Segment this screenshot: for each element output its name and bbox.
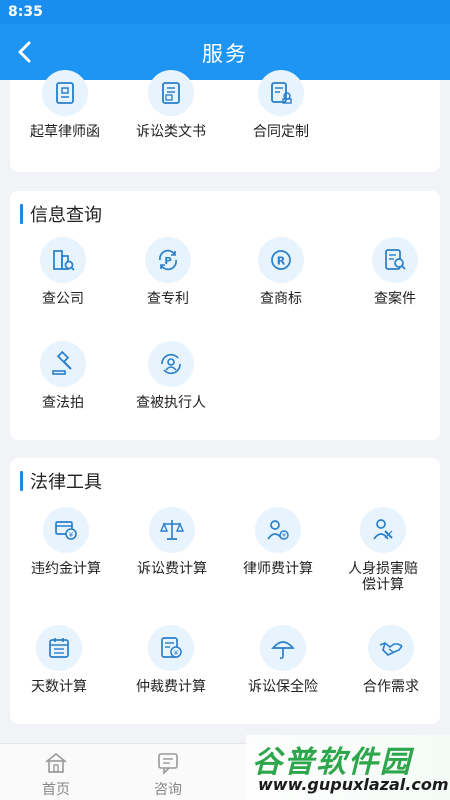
injured-person-icon xyxy=(360,507,406,553)
svg-text:P: P xyxy=(164,256,171,267)
service-query-case[interactable]: 查案件 xyxy=(340,237,450,307)
tool-lawyer-fee[interactable]: ¥ 律师费计算 xyxy=(223,507,333,577)
tool-litigation-fee[interactable]: 诉讼费计算 xyxy=(117,507,227,577)
patent-icon: P xyxy=(145,237,191,283)
service-query-judicial-auction[interactable]: 查法拍 xyxy=(8,341,118,411)
page-title: 服务 xyxy=(202,42,248,66)
trademark-icon: R xyxy=(258,237,304,283)
service-litigation-documents[interactable]: 诉讼类文书 xyxy=(116,70,226,140)
tool-litigation-preservation-insurance[interactable]: 诉讼保全险 xyxy=(228,625,338,695)
tool-personal-injury-compensation[interactable]: 人身损害赔 偿计算 xyxy=(328,507,438,593)
gavel-icon xyxy=(40,341,86,387)
section-title: 信息查询 xyxy=(30,205,102,226)
section-header-info: 信息查询 xyxy=(20,203,102,226)
watermark-logo: 谷普软件园 www.gupuxlazal.com xyxy=(246,735,450,800)
watermark-url: www.gupuxlazal.com xyxy=(258,775,449,794)
status-time: 8:35 xyxy=(8,4,43,20)
section-title: 法律工具 xyxy=(30,472,102,493)
building-search-icon xyxy=(40,237,86,283)
person-refresh-icon xyxy=(148,341,194,387)
handshake-icon xyxy=(368,625,414,671)
litigation-document-icon xyxy=(148,70,194,116)
service-draft-lawyer-letter[interactable]: 起草律师函 xyxy=(10,70,120,140)
lawyer-fee-icon: ¥ xyxy=(255,507,301,553)
service-contract-custom[interactable]: 合同定制 xyxy=(226,70,336,140)
tool-arbitration-fee[interactable]: ¥ 仲裁费计算 xyxy=(116,625,226,695)
chat-icon xyxy=(158,753,178,775)
tool-liquidated-damages[interactable]: ¥ 违约金计算 xyxy=(11,507,121,577)
service-query-patent[interactable]: P 查专利 xyxy=(113,237,223,307)
card-yen-icon: ¥ xyxy=(43,507,89,553)
home-icon xyxy=(45,752,67,773)
case-search-icon xyxy=(372,237,418,283)
service-query-judgment-debtor[interactable]: 查被执行人 xyxy=(116,341,226,411)
section-header-tools: 法律工具 xyxy=(20,470,102,493)
svg-text:¥: ¥ xyxy=(282,533,286,540)
document-stamp-icon xyxy=(42,70,88,116)
svg-text:¥: ¥ xyxy=(69,531,74,539)
scales-icon xyxy=(149,507,195,553)
service-query-company[interactable]: 查公司 xyxy=(8,237,118,307)
info-query-card: 信息查询 查公司 P 查专利 R 查商标 查案件 查法拍 查被执行人 xyxy=(10,191,440,440)
section-accent-bar xyxy=(20,204,23,224)
arbitration-fee-icon: ¥ xyxy=(148,625,194,671)
nav-item-home[interactable]: 首页 xyxy=(16,750,96,799)
contract-stamp-icon xyxy=(258,70,304,116)
tool-cooperation-needs[interactable]: 合作需求 xyxy=(336,625,446,695)
svg-text:¥: ¥ xyxy=(174,649,179,657)
tool-days-calculation[interactable]: 天数计算 xyxy=(4,625,114,695)
calendar-icon xyxy=(36,625,82,671)
umbrella-icon xyxy=(260,625,306,671)
status-bar: 8:35 xyxy=(0,0,450,24)
svg-text:R: R xyxy=(277,255,286,268)
document-services-card: 起草律师函 诉讼类文书 合同定制 xyxy=(10,70,440,172)
legal-tools-card: 法律工具 ¥ 违约金计算 诉讼费计算 ¥ 律师费计算 人身损害赔 偿计算 天数计算… xyxy=(10,458,440,724)
service-query-trademark[interactable]: R 查商标 xyxy=(226,237,336,307)
nav-item-consult[interactable]: 咨询 xyxy=(128,750,208,799)
section-accent-bar xyxy=(20,471,23,491)
